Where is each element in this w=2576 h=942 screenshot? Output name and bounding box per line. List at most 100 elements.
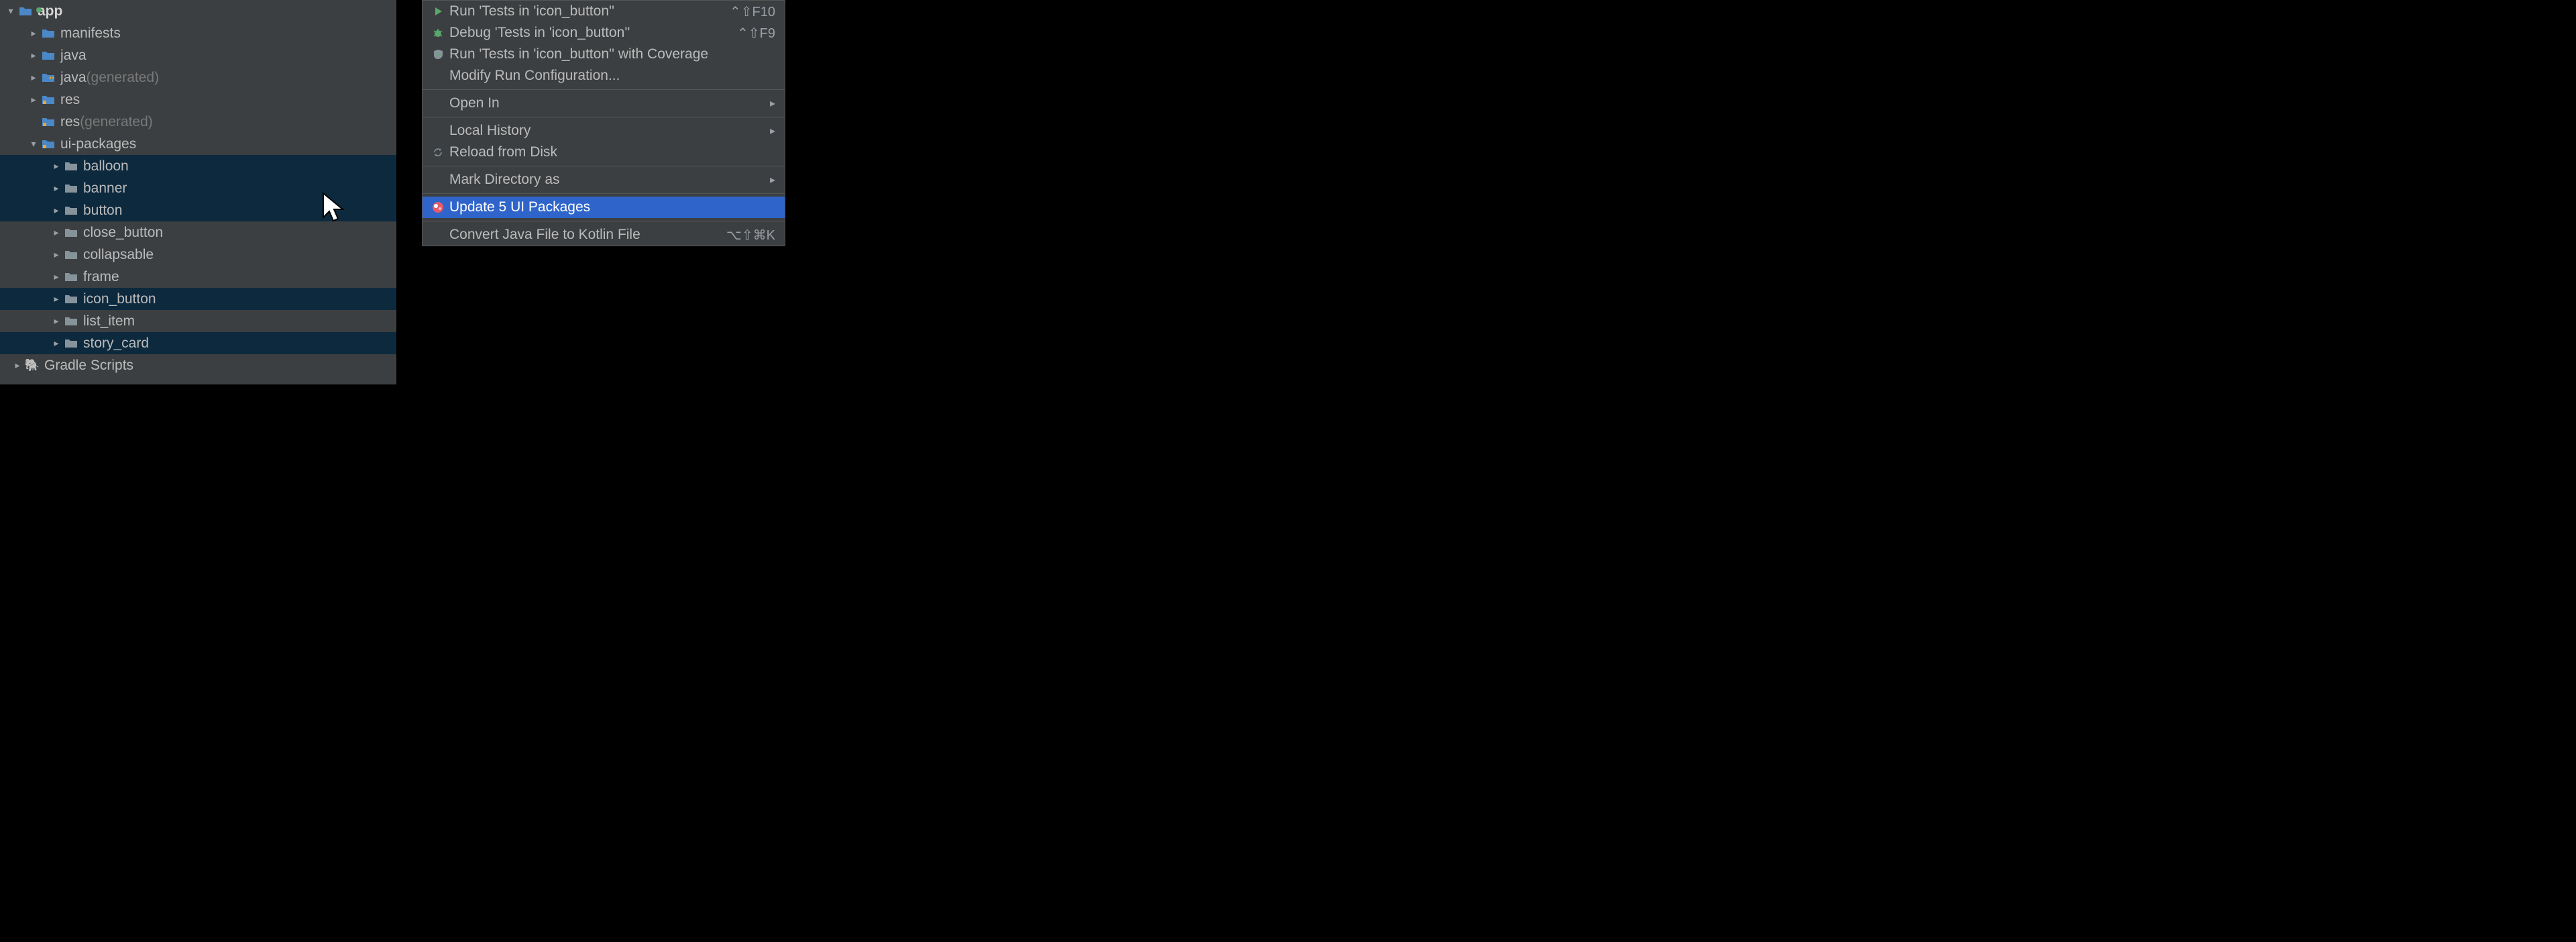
chevron-right-icon[interactable]: ▸: [27, 28, 40, 39]
folder-icon: [63, 335, 79, 352]
relay-icon: [429, 201, 447, 213]
menu-item-label: Update 5 UI Packages: [447, 199, 775, 215]
tree-item-label: story_card: [83, 335, 149, 352]
folder-icon: [63, 158, 79, 174]
tree-item-label: Gradle Scripts: [44, 358, 133, 374]
chevron-right-icon[interactable]: ▸: [50, 227, 63, 238]
menu-item-run-coverage[interactable]: Run 'Tests in 'icon_button'' with Covera…: [423, 44, 785, 65]
tree-item-ui-packages[interactable]: ▾ ui-packages: [0, 133, 396, 155]
tree-item-button[interactable]: ▸ button: [0, 199, 396, 221]
tree-item-balloon[interactable]: ▸ balloon: [0, 155, 396, 177]
folder-icon: [40, 25, 56, 42]
tree-item-java[interactable]: ▸ java: [0, 44, 396, 66]
tree-item-banner[interactable]: ▸ banner: [0, 177, 396, 199]
tree-item-frame[interactable]: ▸ frame: [0, 266, 396, 288]
folder-icon: [63, 269, 79, 285]
chevron-right-icon[interactable]: ▸: [27, 94, 40, 105]
folder-icon: [63, 225, 79, 241]
menu-item-shortcut: ⌥⇧⌘K: [726, 227, 775, 244]
tree-item-label: java: [60, 70, 87, 86]
tree-item-close-button[interactable]: ▸ close_button: [0, 221, 396, 244]
folder-icon: [63, 247, 79, 263]
run-icon: [429, 7, 447, 16]
chevron-right-icon[interactable]: ▸: [50, 293, 63, 305]
tree-item-label: java: [60, 48, 87, 64]
resource-folder-icon: [40, 92, 56, 108]
menu-item-mark-directory-as[interactable]: Mark Directory as ▸: [423, 169, 785, 191]
resource-folder-icon: [40, 114, 56, 130]
menu-item-label: Modify Run Configuration...: [447, 68, 775, 84]
menu-item-label: Mark Directory as: [447, 172, 770, 188]
tree-item-label: collapsable: [83, 247, 154, 263]
menu-separator: [423, 193, 785, 194]
menu-item-label: Open In: [447, 95, 770, 111]
tree-item-list-item[interactable]: ▸ list_item: [0, 310, 396, 332]
menu-item-shortcut: ⌃⇧F9: [737, 25, 775, 42]
tree-item-app[interactable]: ▾ app: [0, 0, 396, 22]
chevron-down-icon[interactable]: ▾: [4, 5, 17, 17]
tree-item-suffix: (generated): [80, 114, 153, 130]
chevron-right-icon[interactable]: ▸: [50, 205, 63, 216]
debug-icon: [429, 28, 447, 38]
menu-item-label: Run 'Tests in 'icon_button'' with Covera…: [447, 46, 775, 62]
tree-item-java-generated[interactable]: ▸ java (generated): [0, 66, 396, 89]
menu-item-update-ui-packages[interactable]: Update 5 UI Packages: [423, 197, 785, 218]
submenu-arrow-icon: ▸: [770, 124, 775, 138]
tree-item-label: res: [60, 114, 80, 130]
menu-item-label: Convert Java File to Kotlin File: [447, 227, 726, 243]
tree-item-label: manifests: [60, 25, 121, 42]
menu-item-reload-from-disk[interactable]: Reload from Disk: [423, 142, 785, 163]
chevron-right-icon[interactable]: ▸: [50, 315, 63, 327]
submenu-arrow-icon: ▸: [770, 173, 775, 187]
chevron-right-icon[interactable]: ▸: [27, 50, 40, 61]
tree-item-gradle-scripts[interactable]: ▸ 🐘 Gradle Scripts: [0, 354, 396, 376]
tree-item-label: close_button: [83, 225, 163, 241]
generated-folder-icon: [40, 70, 56, 86]
gradle-icon: 🐘: [24, 358, 40, 374]
chevron-right-icon[interactable]: ▸: [50, 337, 63, 349]
tree-item-label: frame: [83, 269, 119, 285]
tree-item-suffix: (generated): [87, 70, 160, 86]
chevron-right-icon[interactable]: ▸: [11, 360, 24, 371]
folder-icon: [63, 313, 79, 329]
chevron-right-icon[interactable]: ▸: [50, 249, 63, 260]
tree-item-label: list_item: [83, 313, 135, 329]
reload-icon: [429, 147, 447, 158]
submenu-arrow-icon: ▸: [770, 97, 775, 110]
tree-item-res-generated[interactable]: res (generated): [0, 111, 396, 133]
menu-item-convert-java-to-kotlin[interactable]: Convert Java File to Kotlin File ⌥⇧⌘K: [423, 224, 785, 246]
menu-item-shortcut: ⌃⇧F10: [730, 3, 775, 20]
menu-item-label: Debug 'Tests in 'icon_button'': [447, 25, 737, 41]
tree-item-label: balloon: [83, 158, 129, 174]
coverage-icon: [429, 49, 447, 60]
tree-item-res[interactable]: ▸ res: [0, 89, 396, 111]
tree-item-story-card[interactable]: ▸ story_card: [0, 332, 396, 354]
resource-folder-icon: [40, 136, 56, 152]
tree-item-label: icon_button: [83, 291, 156, 307]
folder-icon: [63, 203, 79, 219]
chevron-right-icon[interactable]: ▸: [50, 182, 63, 194]
context-menu: Run 'Tests in 'icon_button'' ⌃⇧F10 Debug…: [422, 0, 785, 246]
chevron-right-icon[interactable]: ▸: [27, 72, 40, 83]
menu-item-open-in[interactable]: Open In ▸: [423, 93, 785, 114]
menu-item-label: Local History: [447, 123, 770, 139]
menu-item-debug-tests[interactable]: Debug 'Tests in 'icon_button'' ⌃⇧F9: [423, 22, 785, 44]
menu-item-modify-run-config[interactable]: Modify Run Configuration...: [423, 65, 785, 87]
tree-item-label: ui-packages: [60, 136, 136, 152]
tree-item-collapsable[interactable]: ▸ collapsable: [0, 244, 396, 266]
menu-item-local-history[interactable]: Local History ▸: [423, 120, 785, 142]
chevron-right-icon[interactable]: ▸: [50, 271, 63, 282]
project-tree[interactable]: ▾ app ▸ manifests ▸ java ▸ java (generat…: [0, 0, 396, 384]
chevron-down-icon[interactable]: ▾: [27, 138, 40, 150]
menu-item-label: Reload from Disk: [447, 144, 775, 160]
folder-icon: [40, 48, 56, 64]
tree-item-icon-button[interactable]: ▸ icon_button: [0, 288, 396, 310]
chevron-right-icon[interactable]: ▸: [50, 160, 63, 172]
tree-item-label: res: [60, 92, 80, 108]
menu-item-run-tests[interactable]: Run 'Tests in 'icon_button'' ⌃⇧F10: [423, 1, 785, 22]
tree-item-label: button: [83, 203, 122, 219]
menu-separator: [423, 89, 785, 90]
tree-item-manifests[interactable]: ▸ manifests: [0, 22, 396, 44]
menu-item-label: Run 'Tests in 'icon_button'': [447, 3, 730, 19]
tree-item-label: banner: [83, 180, 127, 197]
